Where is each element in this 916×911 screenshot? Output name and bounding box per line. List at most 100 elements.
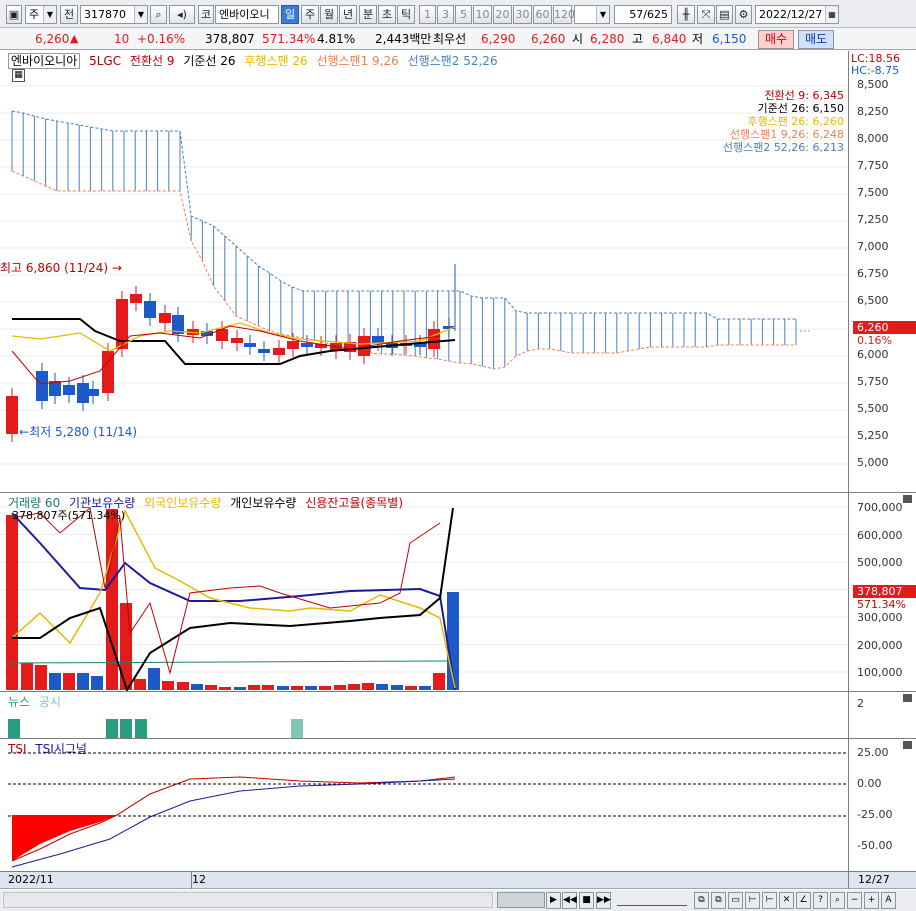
date-divider — [848, 872, 849, 889]
up-volume-bar — [334, 685, 346, 690]
legend-lgc: 5LGC — [89, 54, 122, 68]
interval-20[interactable]: 20 — [493, 5, 512, 24]
price-tick: 5,000 — [857, 456, 889, 469]
interval-custom-select[interactable]: ▼ — [574, 5, 610, 24]
layout-icon[interactable]: ▭ — [728, 892, 743, 909]
value-leading1: 선행스팬1 9,26: 6,248 — [729, 128, 844, 141]
interval-1[interactable]: 1 — [419, 5, 436, 24]
volume-chart[interactable] — [0, 493, 848, 691]
tsi-axis: 25.00 0.00 -25.00 -50.00 — [848, 739, 916, 871]
stock-name-field[interactable]: 엔바이오니 — [215, 5, 279, 24]
interval-120[interactable]: 120 — [553, 5, 575, 24]
volume-tick: 300,000 — [857, 611, 903, 624]
legend-leading2: 선행스팬2 52,26 — [407, 54, 498, 68]
fast-forward-icon[interactable]: ▶▶ — [596, 892, 611, 909]
grid-icon[interactable]: ▦ — [12, 69, 25, 82]
market-select[interactable]: 전 — [60, 5, 78, 24]
interval-5[interactable]: 5 — [455, 5, 472, 24]
news-axis: 2 — [848, 692, 916, 738]
news-bar — [106, 719, 118, 738]
gear-icon[interactable]: ⚙ — [735, 5, 752, 24]
copy-icon[interactable]: ⧉ — [694, 892, 709, 909]
date-field[interactable]: 2022/12/27 ▦ — [755, 5, 839, 24]
interval-3[interactable]: 3 — [437, 5, 454, 24]
volume-ma-line — [7, 660, 451, 664]
tab-period-year[interactable]: 년 — [339, 5, 357, 24]
high-text: 6,840 — [652, 32, 687, 46]
stop-icon[interactable]: ■ — [579, 892, 594, 909]
code-input[interactable]: 317870 ▼ — [80, 5, 148, 24]
zoom-slider[interactable] — [617, 894, 687, 906]
low-annotation: ←최저 5,280 (11/14) — [19, 423, 137, 440]
period-select[interactable]: 주 ▼ — [25, 5, 57, 24]
volume-pane[interactable]: 거래량 60 기관보유수량 외국인보유수량 개인보유수량 신용잔고율(종목별) … — [0, 493, 916, 692]
tab-period-tick[interactable]: 틱 — [397, 5, 415, 24]
tsi-tick: -50.00 — [857, 839, 893, 852]
change-text: 10 — [114, 32, 130, 46]
legend-leading1: 선행스팬1 9,26 — [316, 54, 399, 68]
text-tool-icon[interactable]: A — [881, 892, 896, 909]
rewind-icon[interactable]: ◀◀ — [562, 892, 577, 909]
close-pane-icon[interactable] — [903, 495, 912, 503]
draw-icon[interactable]: ∠ — [796, 892, 811, 909]
legend-news: 뉴스 — [8, 695, 31, 709]
price-tick: 5,250 — [857, 429, 889, 442]
down-volume-bar — [419, 686, 431, 690]
up-volume-bar — [362, 683, 374, 690]
interval-30[interactable]: 30 — [513, 5, 532, 24]
close-pane-icon[interactable] — [903, 741, 912, 749]
interval-10[interactable]: 10 — [473, 5, 492, 24]
close-pane-icon[interactable] — [903, 694, 912, 702]
high-note: 최고 6,860 (11/24) — [0, 261, 109, 275]
bid-text: 6,260 — [531, 32, 566, 46]
tab-period-week[interactable]: 주 — [301, 5, 319, 24]
news-pane[interactable]: 뉴스 공시 2 — [0, 692, 916, 739]
low-text: 6,150 — [712, 32, 747, 46]
up-volume-bar — [134, 679, 146, 690]
tab-period-day[interactable]: 일 — [281, 5, 299, 24]
scroll-right-icon[interactable]: ▶ — [546, 892, 561, 909]
search-icon[interactable]: ⌕ — [150, 5, 167, 24]
zoom-in-icon[interactable]: + — [864, 892, 879, 909]
volume-tick: 600,000 — [857, 528, 903, 542]
stock-type-icon[interactable]: 코 — [198, 5, 214, 24]
volume-tick: 100,000 — [857, 666, 903, 679]
candle-icon[interactable]: ╫ — [677, 5, 695, 24]
crosshair-icon[interactable]: ⤧ — [697, 5, 715, 24]
price-tick: 7,250 — [857, 213, 889, 226]
sound-icon[interactable]: ◂) — [169, 5, 195, 24]
line-tool-icon[interactable]: ⊢ — [762, 892, 777, 909]
zoom-out-icon[interactable]: − — [847, 892, 862, 909]
interval-60[interactable]: 60 — [533, 5, 552, 24]
help-icon[interactable]: ? — [813, 892, 828, 909]
news-chart[interactable] — [0, 692, 848, 738]
price-tick: 6,750 — [857, 267, 889, 280]
price-tag: 6,260 — [853, 321, 916, 334]
buy-button[interactable]: 매수 — [758, 30, 794, 49]
scroll-thumb[interactable] — [497, 892, 545, 908]
code-value: 317870 — [84, 8, 126, 21]
right-arrow-icon: → — [111, 261, 122, 275]
sell-button[interactable]: 매도 — [798, 30, 834, 49]
count-field[interactable]: 57/625 — [614, 5, 672, 24]
price-pane[interactable]: 엔바이오니아 5LGC 전환선 9 기준선 26 후행스팬 26 선행스팬1 9… — [0, 51, 916, 493]
tool-icon[interactable]: ⊢ — [745, 892, 760, 909]
volume-tick: 500,000 — [857, 556, 903, 569]
cross-tool-icon[interactable]: ✕ — [779, 892, 794, 909]
scroll-track[interactable] — [3, 892, 493, 908]
tsi-pane[interactable]: TSI TSI시그널 25.00 0.00 -25.00 -50.00 — [0, 739, 916, 872]
tab-period-minute[interactable]: 분 — [359, 5, 377, 24]
indicator-values: 전환선 9: 6,345 기준선 26: 6,150 후행스팬 26: 6,26… — [723, 89, 844, 154]
tab-period-second[interactable]: 초 — [378, 5, 396, 24]
tab-period-month[interactable]: 월 — [320, 5, 338, 24]
price-legend: 엔바이오니아 5LGC 전환선 9 기준선 26 후행스팬 26 선행스팬1 9… — [8, 52, 503, 69]
save-icon[interactable]: ▤ — [716, 5, 733, 24]
duplicate-icon[interactable]: ⧉ — [711, 892, 726, 909]
price-text: 6,260 — [35, 32, 70, 46]
up-volume-bar — [162, 681, 174, 690]
tsi-chart[interactable] — [0, 739, 848, 871]
layout-icon[interactable]: ▣ — [6, 5, 22, 24]
zoom-icon[interactable]: ⌕ — [830, 892, 845, 909]
price-tick: 7,000 — [857, 240, 889, 253]
date-end: 12/27 — [858, 873, 890, 886]
